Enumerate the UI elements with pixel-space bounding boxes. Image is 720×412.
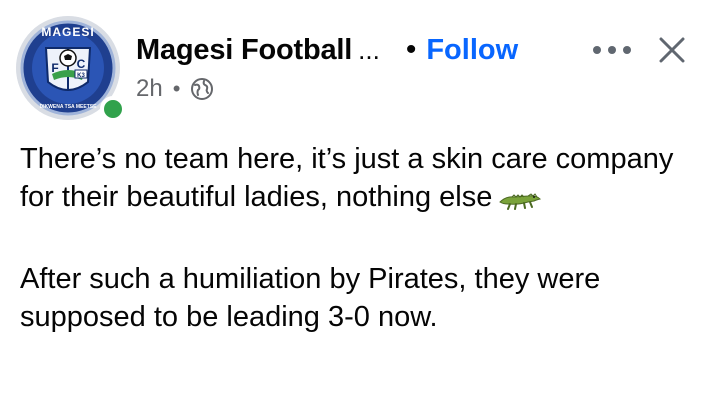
logo-letter-c: C xyxy=(77,57,86,71)
post-header-title-row: Magesi Football ... • Follow xyxy=(136,28,518,72)
post-paragraph-2: After such a humiliation by Pirates, the… xyxy=(20,263,601,333)
more-horizontal-icon xyxy=(593,46,631,54)
post-timestamp[interactable]: 2h xyxy=(136,75,163,103)
close-button[interactable] xyxy=(650,28,694,72)
globe-icon[interactable] xyxy=(190,77,214,101)
logo-title-text: MAGESI xyxy=(41,25,94,39)
logo-letter-f: F xyxy=(51,61,58,75)
post-paragraph-1-text: There’s no team here, it’s just a skin c… xyxy=(20,143,674,213)
meta-separator-dot: • xyxy=(172,76,181,101)
post-text: There’s no team here, it’s just a skin c… xyxy=(20,140,704,374)
online-status-indicator xyxy=(100,96,126,122)
logo-motto-text: DIKWENA TSA MEETSE xyxy=(40,104,98,110)
post-meta-row: 2h • xyxy=(136,72,214,106)
post-paragraph-1: There’s no team here, it’s just a skin c… xyxy=(20,140,704,222)
more-options-button[interactable] xyxy=(590,30,634,70)
crocodile-icon xyxy=(498,184,542,222)
page-name-link[interactable]: Magesi Football xyxy=(136,34,352,67)
page-name-truncation: ... xyxy=(358,34,380,65)
page-avatar-container[interactable]: K3 F C MAGESI DIKWENA TSA MEETSE xyxy=(16,16,128,128)
post-card: K3 F C MAGESI DIKWENA TSA MEETSE Magesi … xyxy=(0,0,720,412)
close-icon xyxy=(659,37,685,63)
logo-badge-text: K3 xyxy=(77,73,85,79)
follow-button[interactable]: Follow xyxy=(426,34,518,67)
header-separator-dot: • xyxy=(405,33,417,66)
